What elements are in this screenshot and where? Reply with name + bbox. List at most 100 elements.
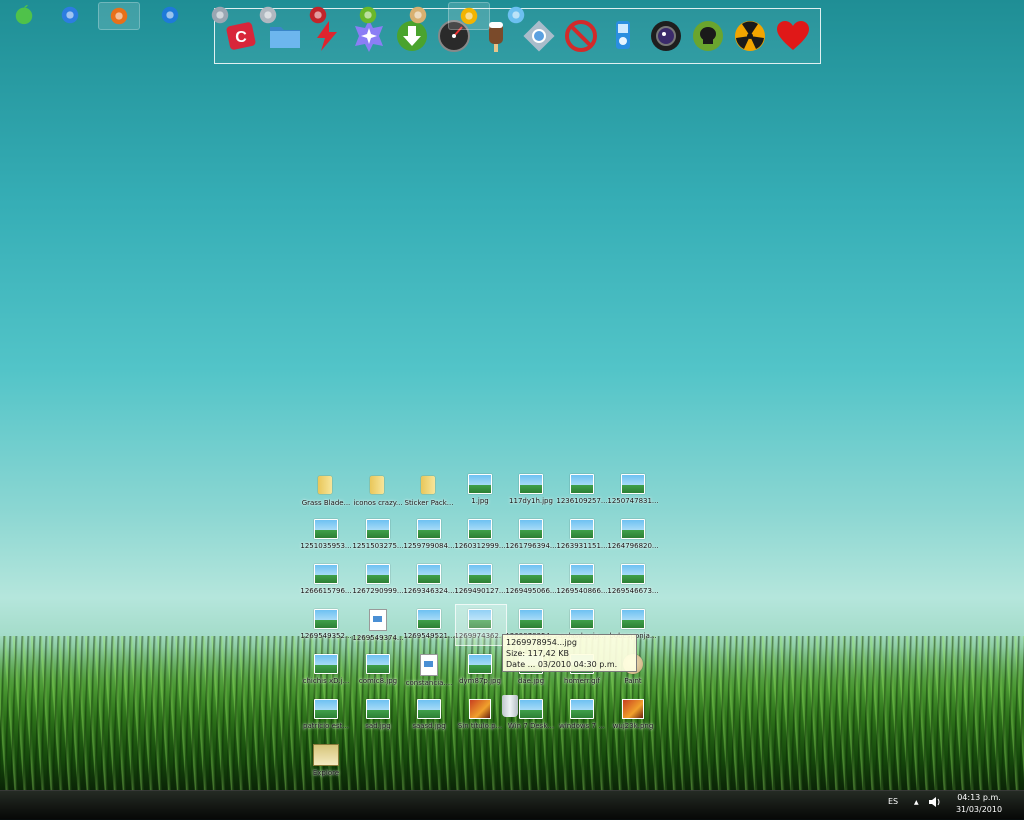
- paint-palette-icon: [409, 6, 427, 24]
- desktop-icon-label: 1264796820...: [607, 542, 659, 550]
- radiation-icon[interactable]: [731, 17, 769, 55]
- desktop-icon[interactable]: 1269540866...: [556, 564, 608, 602]
- desktop-icon[interactable]: 1269549521...: [403, 609, 455, 647]
- image-file-icon: [314, 654, 338, 674]
- desktop-icon[interactable]: sad.jpg: [352, 699, 404, 737]
- image-file-icon: [570, 519, 594, 539]
- firefox-taskbar-button[interactable]: [98, 2, 140, 30]
- desktop-icon[interactable]: Sticker Pack...: [403, 474, 455, 512]
- desktop-icon[interactable]: 1.jpg: [454, 474, 506, 512]
- desktop-icon[interactable]: 1269549352...: [300, 609, 352, 647]
- heart-icon[interactable]: [774, 17, 812, 55]
- guitar-taskbar-button[interactable]: [248, 2, 288, 28]
- explore-file-icon: [313, 744, 339, 766]
- desktop-icon[interactable]: 1263931151...: [556, 519, 608, 557]
- recycle-bin-icon: [502, 695, 518, 717]
- desktop-icon[interactable]: 1267290999...: [352, 564, 404, 602]
- desktop-icon-label: constancia....: [405, 679, 453, 687]
- desktop-icon-label: 1269495066...: [505, 587, 557, 595]
- show-hidden-icons-arrow[interactable]: ▲: [914, 799, 919, 806]
- desktop-icon[interactable]: Grass Blade...: [300, 474, 352, 512]
- desktop-icon[interactable]: dym87p.jpg: [454, 654, 506, 692]
- doc-file-icon: [420, 654, 438, 676]
- image-file-icon: [417, 609, 441, 629]
- robot-app-icon: [211, 6, 229, 24]
- guitar-icon: [259, 6, 277, 24]
- desktop-icon[interactable]: 1250747831...: [607, 474, 659, 512]
- walking-man-taskbar-button[interactable]: [448, 2, 490, 30]
- desktop-icon-label: 1266615796...: [300, 587, 352, 595]
- image-file-icon: [314, 519, 338, 539]
- desktop-icon[interactable]: 1251035953...: [300, 519, 352, 557]
- itunes-taskbar-button[interactable]: [496, 2, 536, 28]
- turtle-taskbar-button[interactable]: [348, 2, 388, 28]
- desktop-icon[interactable]: saasd.jpg: [403, 699, 455, 737]
- desktop-icon[interactable]: 1269346324...: [403, 564, 455, 602]
- desktop-icon[interactable]: 1269490127...: [454, 564, 506, 602]
- system-clock[interactable]: 04:13 p.m. 31/03/2010: [946, 792, 1012, 816]
- desktop-icon[interactable]: comic8.jpg: [352, 654, 404, 692]
- desktop-icon[interactable]: chichis xD.j...: [300, 654, 352, 692]
- desktop-icon[interactable]: patricio est...: [300, 699, 352, 737]
- desktop-icon-label: Explore: [312, 769, 340, 777]
- desktop-icon-label: 1259799084...: [403, 542, 455, 550]
- desktop-icon[interactable]: windows 7 ...: [556, 699, 608, 737]
- image-file-icon: [570, 609, 594, 629]
- image-file-icon: [366, 654, 390, 674]
- image-file-icon: [366, 519, 390, 539]
- ipod-icon[interactable]: [604, 17, 642, 55]
- turtle-icon: [359, 6, 377, 24]
- desktop-icon-label: 1269549521...: [403, 632, 455, 640]
- image-file-icon: [519, 519, 543, 539]
- image-file-icon: [570, 474, 594, 494]
- taskbar: [0, 790, 1024, 820]
- recycle-bin[interactable]: [484, 695, 536, 733]
- language-indicator[interactable]: ES: [888, 797, 898, 806]
- start-button[interactable]: [4, 2, 44, 28]
- desktop-icon-label: 1269490127...: [454, 587, 506, 595]
- no-entry-icon[interactable]: [562, 17, 600, 55]
- paint-palette-taskbar-button[interactable]: [398, 2, 438, 28]
- game-app-icon: [309, 6, 327, 24]
- redpic-file-icon: [622, 699, 644, 719]
- desktop-icon[interactable]: 117dy1h.jpg: [505, 474, 557, 512]
- desktop-icon[interactable]: Explore: [300, 744, 352, 782]
- desktop-icon[interactable]: 1269546673...: [607, 564, 659, 602]
- image-file-icon: [314, 699, 338, 719]
- desktop-icon-label: Grass Blade...: [301, 499, 351, 507]
- desktop-icon[interactable]: 1251503275...: [352, 519, 404, 557]
- desktop-icon[interactable]: constancia....: [403, 654, 455, 692]
- speaker-icon[interactable]: [928, 796, 942, 810]
- leaf-app-taskbar-button[interactable]: [150, 2, 190, 28]
- desktop-icon-label: dae.jpg: [517, 677, 545, 685]
- desktop-icon[interactable]: 1264796820...: [607, 519, 659, 557]
- desktop-icon[interactable]: wuj23k.png: [607, 699, 659, 737]
- image-file-icon: [621, 564, 645, 584]
- robot-app-taskbar-button[interactable]: [200, 2, 240, 28]
- desktop-icon-label: saasd.jpg: [412, 722, 446, 730]
- desktop-icon[interactable]: iconos crazy...: [352, 474, 404, 512]
- image-file-icon: [314, 564, 338, 584]
- desktop-icon[interactable]: 1266615796...: [300, 564, 352, 602]
- camera-lens-icon[interactable]: [647, 17, 685, 55]
- desktop-icon[interactable]: 1259799084...: [403, 519, 455, 557]
- image-file-icon: [314, 609, 338, 629]
- desktop-icon[interactable]: 1261796394...: [505, 519, 557, 557]
- desktop-icon-label: 1260312999...: [454, 542, 506, 550]
- desktop-icon[interactable]: 1236109257...: [556, 474, 608, 512]
- desktop-icon-label: 1236109257...: [556, 497, 608, 505]
- skull-icon[interactable]: [689, 17, 727, 55]
- image-file-icon: [621, 519, 645, 539]
- desktop-icon-label: 1269549352...: [300, 632, 352, 640]
- desktop-icon-label: 1261796394...: [505, 542, 557, 550]
- desktop-icon[interactable]: 1260312999...: [454, 519, 506, 557]
- desktop-icon[interactable]: 1269549374...: [352, 609, 404, 647]
- safari-taskbar-button[interactable]: [50, 2, 90, 28]
- folder-file-icon: [316, 474, 336, 496]
- image-file-icon: [621, 474, 645, 494]
- game-app-taskbar-button[interactable]: [298, 2, 338, 28]
- desktop-icon-label: dym87p.jpg: [459, 677, 501, 685]
- desktop-icon[interactable]: 1269495066...: [505, 564, 557, 602]
- desktop-icon-label: 117dy1h.jpg: [509, 497, 553, 505]
- desktop-icon-label: 1269540866...: [556, 587, 608, 595]
